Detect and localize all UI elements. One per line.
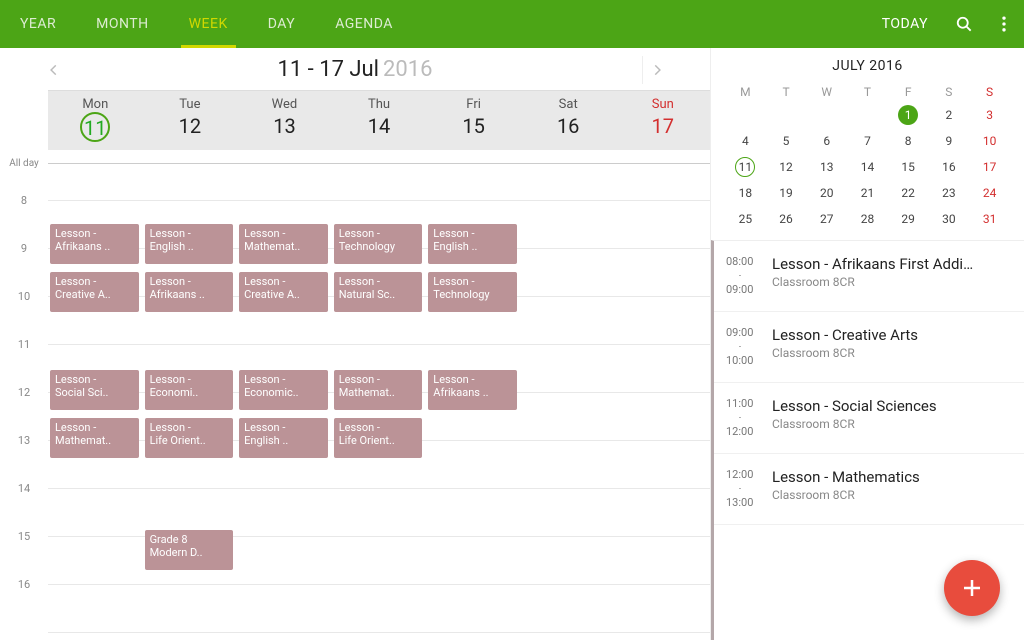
add-event-button[interactable] <box>944 560 1000 616</box>
mini-day[interactable]: 28 <box>847 206 888 232</box>
tab-week[interactable]: WEEK <box>169 0 248 48</box>
mini-day[interactable]: 7 <box>847 128 888 154</box>
calendar-event[interactable]: Lesson -Economi.. <box>145 370 234 410</box>
calendar-event[interactable]: Lesson -Technology <box>334 224 423 264</box>
calendar-event[interactable]: Lesson -English .. <box>239 418 328 458</box>
mini-day[interactable]: 21 <box>847 180 888 206</box>
week-year: 2016 <box>383 57 432 82</box>
search-icon[interactable] <box>944 4 984 44</box>
mini-day[interactable]: 8 <box>888 128 929 154</box>
calendar-event[interactable]: Lesson -Technology <box>428 272 517 312</box>
mini-calendar: JULY 2016 MTWTFSS12345678910111213141516… <box>711 48 1024 240</box>
calendar-event[interactable]: Lesson -Afrikaans .. <box>50 224 139 264</box>
tab-day[interactable]: DAY <box>248 0 315 48</box>
next-week-button[interactable] <box>642 56 670 84</box>
today-button[interactable]: TODAY <box>866 16 944 32</box>
tab-year[interactable]: YEAR <box>0 0 76 48</box>
mini-day[interactable]: 30 <box>929 206 970 232</box>
mini-day[interactable]: 11 <box>725 154 766 180</box>
mini-day[interactable]: 1 <box>888 102 929 128</box>
mini-day[interactable]: 3 <box>969 102 1010 128</box>
tab-agenda[interactable]: AGENDA <box>315 0 413 48</box>
day-header-thu[interactable]: Thu14 <box>332 91 427 150</box>
calendar-event[interactable]: Lesson -English .. <box>145 224 234 264</box>
mini-day[interactable]: 4 <box>725 128 766 154</box>
day-header-tue[interactable]: Tue12 <box>143 91 238 150</box>
mini-calendar-title: JULY 2016 <box>725 58 1010 74</box>
allday-row <box>48 150 710 164</box>
app-bar: YEARMONTHWEEKDAYAGENDA TODAY <box>0 0 1024 48</box>
mini-day[interactable]: 18 <box>725 180 766 206</box>
mini-day[interactable]: 29 <box>888 206 929 232</box>
calendar-event[interactable]: Lesson -Mathemat.. <box>50 418 139 458</box>
mini-calendar-grid[interactable]: MTWTFSS123456789101112131415161718192021… <box>725 82 1010 232</box>
day-header-mon[interactable]: Mon11 <box>48 91 143 150</box>
calendar-event[interactable]: Lesson -Life Orient.. <box>334 418 423 458</box>
day-header-sat[interactable]: Sat16 <box>521 91 616 150</box>
calendar-event[interactable]: Lesson -Social Sci.. <box>50 370 139 410</box>
mini-day[interactable]: 22 <box>888 180 929 206</box>
more-icon[interactable] <box>984 4 1024 44</box>
calendar-event[interactable]: Lesson -Economic.. <box>239 370 328 410</box>
calendar-event[interactable]: Lesson -Afrikaans .. <box>145 272 234 312</box>
mini-day <box>725 102 766 128</box>
mini-day[interactable]: 12 <box>766 154 807 180</box>
calendar-event[interactable]: Lesson -Creative A.. <box>50 272 139 312</box>
mini-day[interactable]: 6 <box>806 128 847 154</box>
hour-labels: 78910111213141516 <box>0 164 48 632</box>
event-list-item[interactable]: 09:00-10:00Lesson - Creative ArtsClassro… <box>714 312 1024 383</box>
event-list-item[interactable]: 11:00-12:00Lesson - Social SciencesClass… <box>714 383 1024 454</box>
calendar-event[interactable]: Lesson -Mathemat.. <box>239 224 328 264</box>
mini-day[interactable]: 19 <box>766 180 807 206</box>
mini-day <box>766 102 807 128</box>
week-view: 11 - 17 Jul 2016 Mon11Tue12Wed13Thu14Fri… <box>0 48 710 640</box>
calendar-event[interactable]: Lesson -Creative A.. <box>239 272 328 312</box>
mini-day[interactable]: 26 <box>766 206 807 232</box>
mini-day[interactable]: 13 <box>806 154 847 180</box>
mini-day <box>806 102 847 128</box>
day-header: Mon11Tue12Wed13Thu14Fri15Sat16Sun17 <box>48 90 710 150</box>
mini-day[interactable]: 5 <box>766 128 807 154</box>
event-list-item[interactable]: 08:00-09:00Lesson - Afrikaans First Addi… <box>714 241 1024 312</box>
mini-day[interactable]: 20 <box>806 180 847 206</box>
calendar-event[interactable]: Lesson -Life Orient.. <box>145 418 234 458</box>
day-header-fri[interactable]: Fri15 <box>426 91 521 150</box>
mini-day[interactable]: 15 <box>888 154 929 180</box>
calendar-event[interactable]: Lesson -Mathemat.. <box>334 370 423 410</box>
mini-day[interactable]: 16 <box>929 154 970 180</box>
day-columns: Lesson -Afrikaans ..Lesson -English ..Le… <box>48 164 710 632</box>
event-list-item[interactable]: 12:00-13:00Lesson - MathematicsClassroom… <box>714 454 1024 525</box>
calendar-event[interactable]: Grade 8Modern D.. <box>145 530 234 570</box>
mini-day <box>847 102 888 128</box>
day-header-wed[interactable]: Wed13 <box>237 91 332 150</box>
week-title: 11 - 17 Jul 2016 <box>0 48 710 90</box>
mini-day[interactable]: 27 <box>806 206 847 232</box>
view-tabs: YEARMONTHWEEKDAYAGENDA <box>0 0 413 48</box>
prev-week-button[interactable] <box>40 56 68 84</box>
mini-day[interactable]: 25 <box>725 206 766 232</box>
mini-day[interactable]: 14 <box>847 154 888 180</box>
calendar-event[interactable]: Lesson -Afrikaans .. <box>428 370 517 410</box>
calendar-event[interactable]: Lesson -English .. <box>428 224 517 264</box>
day-header-sun[interactable]: Sun17 <box>615 91 710 150</box>
calendar-event[interactable]: Lesson -Natural Sc.. <box>334 272 423 312</box>
mini-day[interactable]: 10 <box>969 128 1010 154</box>
sidebar: JULY 2016 MTWTFSS12345678910111213141516… <box>710 48 1024 640</box>
week-range: 11 - 17 Jul <box>278 57 380 82</box>
mini-day[interactable]: 17 <box>969 154 1010 180</box>
mini-day[interactable]: 9 <box>929 128 970 154</box>
mini-day[interactable]: 24 <box>969 180 1010 206</box>
tab-month[interactable]: MONTH <box>76 0 168 48</box>
week-grid[interactable]: 78910111213141516 Lesson -Afrikaans ..Le… <box>0 164 710 640</box>
mini-day[interactable]: 31 <box>969 206 1010 232</box>
mini-day[interactable]: 23 <box>929 180 970 206</box>
mini-day[interactable]: 2 <box>929 102 970 128</box>
